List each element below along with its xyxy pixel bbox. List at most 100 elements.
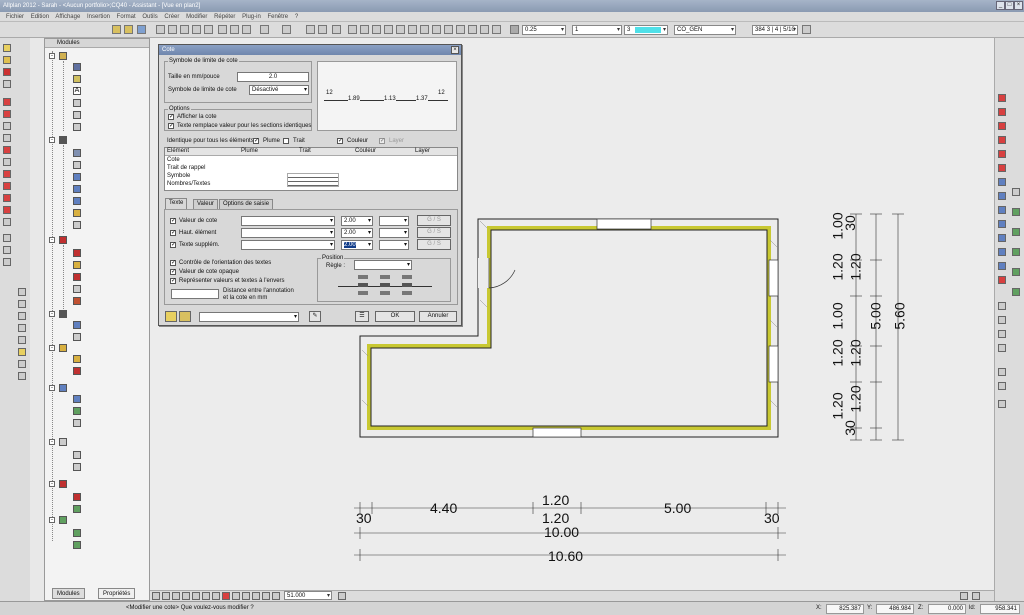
module-stairs-icon[interactable] [73,185,81,193]
eye-icon[interactable] [3,234,11,242]
module-rooms-icon[interactable] [73,197,81,205]
stretch-tool-icon[interactable] [3,158,11,166]
size-input[interactable]: 2.0 [237,72,309,82]
view-3-icon[interactable] [372,25,381,34]
midpoint-icon[interactable] [18,336,26,344]
y-coordinate[interactable]: 486.984 [876,604,914,614]
cross-icon[interactable] [18,312,26,320]
right-tool-15-icon[interactable] [1012,188,1020,196]
grid-icon[interactable] [3,258,11,266]
x-coordinate[interactable]: 825.387 [826,604,864,614]
right-tool-21-icon[interactable] [998,302,1006,310]
layer-icon[interactable] [306,25,315,34]
view-11-icon[interactable] [468,25,477,34]
window-tile-icon[interactable] [960,592,968,600]
position-cell[interactable] [358,275,368,279]
distance-readout[interactable]: 958.341 [980,604,1020,614]
zoom-window-icon[interactable] [162,592,170,600]
module-openings-icon[interactable] [73,161,81,169]
maximize-button[interactable]: □ [1005,1,1014,10]
view-12-icon[interactable] [480,25,489,34]
right-tool-25-icon[interactable] [998,368,1006,376]
position-cell[interactable] [380,291,390,295]
text-replace-checkbox[interactable]: ✓ [168,123,174,129]
module-building-icon[interactable] [73,493,81,501]
tree-expand-7[interactable]: - [49,439,55,445]
module-plant-icon[interactable] [73,529,81,537]
fileset-icon[interactable] [318,25,327,34]
show-dimension-checkbox[interactable]: ✓ [168,114,174,120]
snap-icon[interactable] [18,288,26,296]
tree-expand-3[interactable]: - [49,237,55,243]
module-links-icon[interactable] [73,407,81,415]
right-tool-23-icon[interactable] [998,330,1006,338]
right-tool-8-icon[interactable] [998,192,1006,200]
plot-icon[interactable] [242,25,251,34]
match-icon[interactable] [204,25,213,34]
module-precast-icon[interactable] [73,261,81,269]
tree-expand-2[interactable]: - [49,137,55,143]
tree-expand-1[interactable]: - [49,53,55,59]
cube-icon[interactable] [3,68,11,76]
dim-value-checkbox[interactable]: ✓ [170,218,176,224]
extra-text-font[interactable] [241,240,335,250]
menu-creer[interactable]: Créer [164,14,179,20]
mirror-tool-icon[interactable] [3,146,11,154]
menu-fichier[interactable]: Fichier [6,14,24,20]
orbit-icon[interactable] [242,592,250,600]
menu-fenetre[interactable]: Fenêtre [267,14,288,20]
module-garden-icon[interactable] [73,541,81,549]
right-tool-5-icon[interactable] [998,150,1006,158]
select-icon[interactable] [3,80,11,88]
zoom-in-icon[interactable] [172,592,180,600]
position-cell[interactable] [358,291,368,295]
minimize-button[interactable]: _ [996,1,1005,10]
delete-icon[interactable] [192,25,201,34]
view-8-icon[interactable] [432,25,441,34]
element-height-font[interactable] [241,228,335,238]
rule-select[interactable] [354,260,412,270]
menu-affichage[interactable]: Affichage [55,14,80,20]
opaque-checkbox[interactable]: ✓ [170,269,176,275]
module-mesh-icon[interactable] [73,285,81,293]
hidden-icon[interactable] [272,592,280,600]
menu-repeter[interactable]: Répéter [214,14,235,20]
paste-icon[interactable] [180,25,189,34]
extend-tool-icon[interactable] [3,182,11,190]
zoom-apply-icon[interactable] [338,592,346,600]
offset-tool-icon[interactable] [3,218,11,226]
triangle-icon[interactable] [18,372,26,380]
module-search-icon[interactable] [73,333,81,341]
close-button[interactable]: × [1014,1,1023,10]
tree-expand-6[interactable]: - [49,385,55,391]
favorites-select[interactable] [199,312,299,322]
menu-help[interactable]: ? [295,14,298,20]
module-walls-icon[interactable] [73,149,81,157]
module-steel-icon[interactable] [73,297,81,305]
redo-icon[interactable] [282,25,291,34]
open-project-icon[interactable] [124,25,133,34]
module-2d-icon[interactable] [73,63,81,71]
extra-text-checkbox[interactable]: ✓ [170,242,176,248]
zoom-out-icon[interactable] [182,592,190,600]
dim-value-font[interactable] [241,216,335,226]
right-tool-2-icon[interactable] [998,108,1006,116]
section-icon[interactable] [252,592,260,600]
preview-icon[interactable] [230,25,239,34]
properties-icon[interactable] [802,25,811,34]
right-tool-20-icon[interactable] [1012,288,1020,296]
basic-modules-icon[interactable] [59,52,67,60]
module-roofs-icon[interactable] [73,173,81,181]
table-row[interactable]: Trait de rappel [167,165,205,171]
extras-icon[interactable] [59,480,67,488]
open-folder-icon[interactable] [112,25,121,34]
table-row[interactable]: Symbole [167,173,190,179]
tree-expand-5[interactable]: - [49,345,55,351]
view-7-icon[interactable] [420,25,429,34]
trim-tool-icon[interactable] [3,170,11,178]
circle-icon[interactable] [18,360,26,368]
position-cell[interactable] [380,275,390,279]
pencil-icon[interactable] [3,56,11,64]
module-reinforcement-icon[interactable] [73,249,81,257]
table-row[interactable]: Cote [167,157,180,163]
